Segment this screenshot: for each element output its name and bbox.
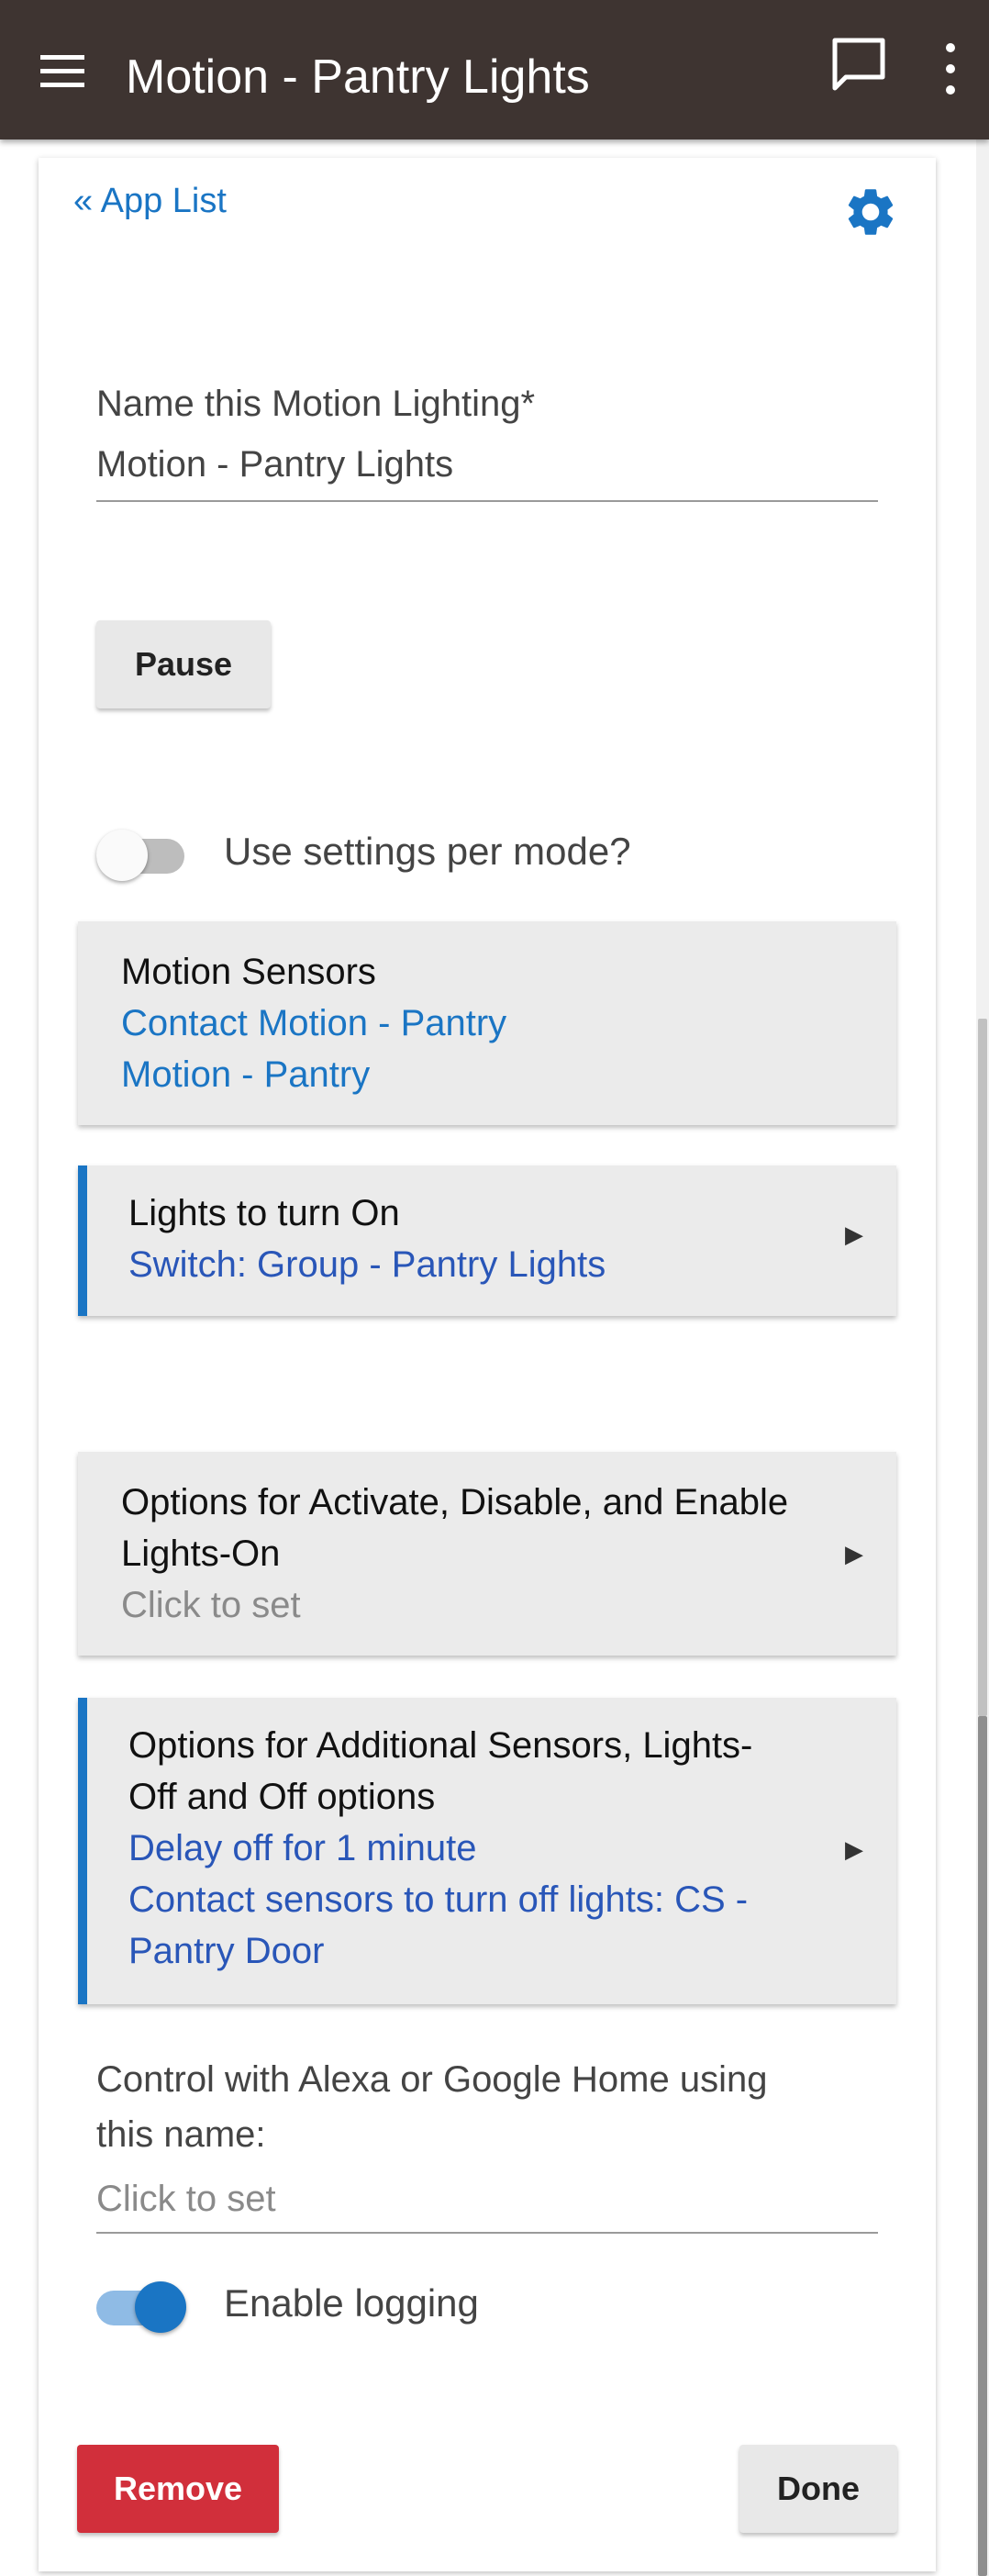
options-additional-value-line2: Contact sensors to turn off lights: CS - (128, 1879, 749, 1920)
options-additional-value-line3: Pantry Door (128, 1931, 325, 1971)
mode-toggle-label: Use settings per mode? (224, 830, 631, 873)
expand-arrow-icon: ▶ (845, 1221, 863, 1248)
expand-arrow-icon: ▶ (845, 1835, 863, 1863)
scrollbar-thumb-upper[interactable] (978, 1019, 987, 1716)
options-activate-value: Click to set (121, 1585, 301, 1625)
motion-sensor-item: Motion - Pantry (121, 1054, 371, 1095)
options-additional-title-line1: Options for Additional Sensors, Lights- (128, 1725, 753, 1766)
hamburger-menu-icon[interactable] (37, 46, 88, 97)
options-activate-title-line1: Options for Activate, Disable, and Enabl… (121, 1482, 789, 1522)
voice-name-input-underline (96, 2232, 878, 2234)
lights-on-value: Switch: Group - Pantry Lights (128, 1244, 606, 1285)
voice-name-label-line1: Control with Alexa or Google Home using (96, 2059, 768, 2100)
gear-icon[interactable] (842, 184, 899, 240)
name-field-label: Name this Motion Lighting* (96, 384, 536, 424)
page-title: Motion - Pantry Lights (126, 50, 590, 104)
lights-on-section[interactable]: Lights to turn On Switch: Group - Pantry… (78, 1165, 896, 1316)
voice-name-label-line2: this name: (96, 2114, 266, 2155)
name-input-underline (96, 500, 878, 502)
logging-toggle[interactable] (96, 2281, 188, 2333)
options-additional-section[interactable]: Options for Additional Sensors, Lights- … (78, 1698, 896, 2004)
vertical-dots-icon[interactable] (934, 37, 967, 101)
logging-toggle-label: Enable logging (224, 2281, 479, 2325)
expand-arrow-icon: ▶ (845, 1540, 863, 1567)
mode-toggle[interactable] (96, 830, 188, 881)
app-bar: Motion - Pantry Lights (0, 0, 989, 139)
options-additional-value-line1: Delay off for 1 minute (128, 1828, 477, 1868)
mode-toggle-thumb (96, 830, 148, 881)
scrollbar-thumb[interactable] (978, 1716, 987, 2576)
pause-button[interactable]: Pause (96, 620, 271, 708)
name-input[interactable]: Motion - Pantry Lights (96, 444, 453, 485)
options-activate-title-line2: Lights-On (121, 1533, 281, 1574)
lights-on-title: Lights to turn On (128, 1193, 400, 1233)
motion-sensors-title: Motion Sensors (121, 952, 376, 992)
options-activate-section[interactable]: Options for Activate, Disable, and Enabl… (78, 1452, 896, 1656)
voice-name-input[interactable]: Click to set (96, 2179, 276, 2220)
app-list-link[interactable]: « App List (73, 182, 227, 221)
chat-bubble-icon[interactable] (826, 33, 892, 99)
logging-toggle-thumb (135, 2281, 186, 2333)
motion-sensors-section[interactable]: Motion Sensors Contact Motion - Pantry M… (78, 921, 896, 1125)
done-button[interactable]: Done (739, 2445, 897, 2533)
options-additional-title-line2: Off and Off options (128, 1777, 436, 1817)
motion-sensor-item: Contact Motion - Pantry (121, 1003, 507, 1043)
remove-button[interactable]: Remove (77, 2445, 279, 2533)
